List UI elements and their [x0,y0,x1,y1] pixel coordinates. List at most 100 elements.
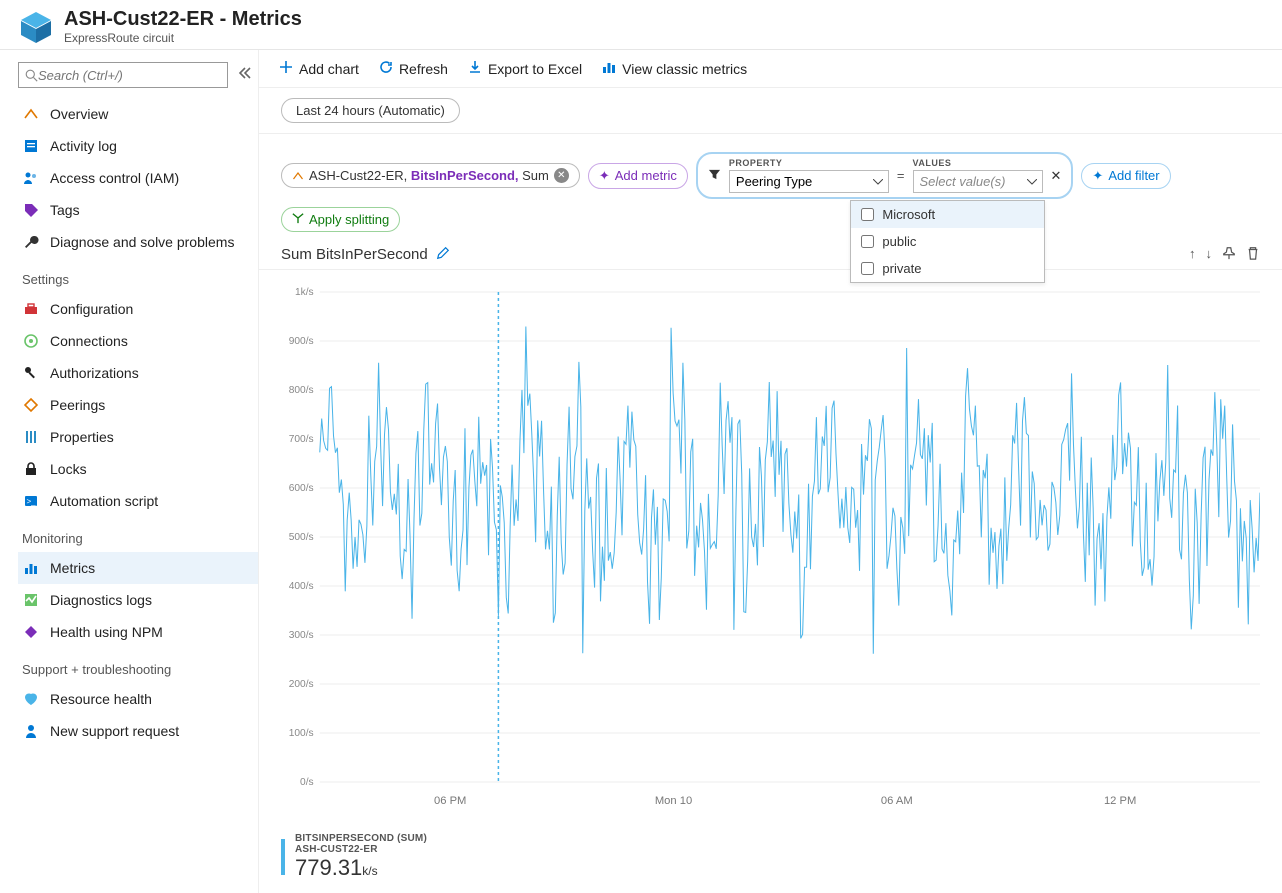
legend-swatch [281,839,285,875]
nav-configuration[interactable]: Configuration [18,293,258,325]
delete-chart-button[interactable] [1246,246,1260,263]
bar-chart-icon [602,60,616,77]
pin-button[interactable] [1222,246,1236,263]
legend-resource: ASH-CUST22-ER [295,844,427,855]
split-icon [292,212,304,227]
nav-activity-log[interactable]: Activity log [18,130,258,162]
svg-text:500/s: 500/s [289,532,314,543]
refresh-icon [379,60,393,77]
sparkle-icon: ✦ [599,168,610,184]
nav-section-monitoring: Monitoring [22,531,258,546]
download-icon [468,60,482,77]
lock-icon [22,460,40,478]
main-content: Add chart Refresh Export to Excel View c… [258,50,1282,893]
resource-cube-icon [18,9,54,45]
svg-text:1k/s: 1k/s [295,287,314,298]
svg-text:06 AM: 06 AM [881,795,913,807]
svg-text:>_: >_ [26,497,36,506]
toolbox-icon [22,300,40,318]
move-up-button[interactable]: ↑ [1189,246,1196,263]
plus-icon [279,60,293,77]
chart-title: Sum BitsInPerSecond [281,246,428,263]
values-option-private[interactable]: private [851,255,1044,282]
wrench-icon [22,233,40,251]
move-down-button[interactable]: ↓ [1206,246,1213,263]
nav-tags[interactable]: Tags [18,194,258,226]
chart-canvas[interactable]: 0/s100/s200/s300/s400/s500/s600/s700/s80… [259,270,1282,831]
nav-metrics[interactable]: Metrics [18,552,258,584]
command-bar: Add chart Refresh Export to Excel View c… [259,50,1282,88]
peerings-icon [22,396,40,414]
property-select[interactable]: Peering Type [729,170,889,193]
legend-metric: BITSINPERSECOND (SUM) [295,833,427,844]
funnel-icon [708,168,721,184]
nav-new-support[interactable]: New support request [18,715,258,747]
chart-legend: BITSINPERSECOND (SUM) ASH-CUST22-ER 779.… [259,831,1282,883]
values-option-public[interactable]: public [851,228,1044,255]
nav-diagnostics-logs[interactable]: Diagnostics logs [18,584,258,616]
nav-properties[interactable]: Properties [18,421,258,453]
remove-metric-button[interactable]: ✕ [554,168,569,183]
tag-icon [22,201,40,219]
nav-section-support: Support + troubleshooting [22,662,258,677]
time-range-pill[interactable]: Last 24 hours (Automatic) [281,98,460,123]
svg-text:12 PM: 12 PM [1104,795,1136,807]
page-title: ASH-Cust22-ER - Metrics [64,8,302,31]
nav-authorizations[interactable]: Authorizations [18,357,258,389]
property-label: Property [729,158,889,168]
nav-section-settings: Settings [22,272,258,287]
metric-pill[interactable]: ASH-Cust22-ER, BitsInPerSecond, Sum ✕ [281,163,580,188]
values-label: Values [913,158,1043,168]
nav-peerings[interactable]: Peerings [18,389,258,421]
apply-splitting-button[interactable]: Apply splitting [281,207,400,232]
svg-text:800/s: 800/s [289,385,314,396]
npm-icon [22,623,40,641]
svg-text:06 PM: 06 PM [434,795,466,807]
refresh-button[interactable]: Refresh [379,60,448,77]
page-subtitle: ExpressRoute circuit [64,31,302,45]
nav-connections[interactable]: Connections [18,325,258,357]
search-input[interactable] [38,68,221,83]
nav-resource-health[interactable]: Resource health [18,683,258,715]
svg-text:900/s: 900/s [289,336,314,347]
nav-automation-script[interactable]: >_Automation script [18,485,258,517]
values-select[interactable]: Select value(s) [913,170,1043,193]
metric-icon [292,170,304,182]
svg-text:200/s: 200/s [289,679,314,690]
add-metric-button[interactable]: ✦Add metric [588,163,688,189]
collapse-sidebar-button[interactable] [238,66,252,83]
values-option-microsoft[interactable]: Microsoft [851,201,1044,228]
nav-overview[interactable]: Overview [18,98,258,130]
view-classic-button[interactable]: View classic metrics [602,60,747,77]
support-icon [22,722,40,740]
svg-text:700/s: 700/s [289,434,314,445]
legend-unit: k/s [362,864,377,878]
connections-icon [22,332,40,350]
nav-diagnose[interactable]: Diagnose and solve problems [18,226,258,258]
metric-filter-row: ASH-Cust22-ER, BitsInPerSecond, Sum ✕ ✦A… [259,134,1282,242]
metrics-icon [22,559,40,577]
key-icon [22,364,40,382]
nav-access-control[interactable]: Access control (IAM) [18,162,258,194]
page-header: ASH-Cust22-ER - Metrics ExpressRoute cir… [0,0,1282,50]
nav-health-npm[interactable]: Health using NPM [18,616,258,648]
nav-locks[interactable]: Locks [18,453,258,485]
overview-icon [22,105,40,123]
svg-text:100/s: 100/s [289,728,314,739]
search-icon [25,69,38,82]
sidebar: Overview Activity log Access control (IA… [0,50,258,893]
add-chart-button[interactable]: Add chart [279,60,359,77]
export-excel-button[interactable]: Export to Excel [468,60,582,77]
chart-title-row: Sum BitsInPerSecond ↑ ↓ [259,242,1282,270]
svg-text:0/s: 0/s [300,777,314,788]
iam-icon [22,169,40,187]
remove-filter-button[interactable]: ✕ [1051,168,1062,184]
values-dropdown: Microsoft public private [850,200,1045,283]
svg-text:400/s: 400/s [289,581,314,592]
properties-icon [22,428,40,446]
sidebar-search[interactable] [18,62,228,88]
filter-plus-icon: ✦ [1092,168,1103,184]
edit-title-button[interactable] [436,246,450,263]
svg-text:Mon 10: Mon 10 [655,795,692,807]
add-filter-button[interactable]: ✦Add filter [1081,163,1170,189]
